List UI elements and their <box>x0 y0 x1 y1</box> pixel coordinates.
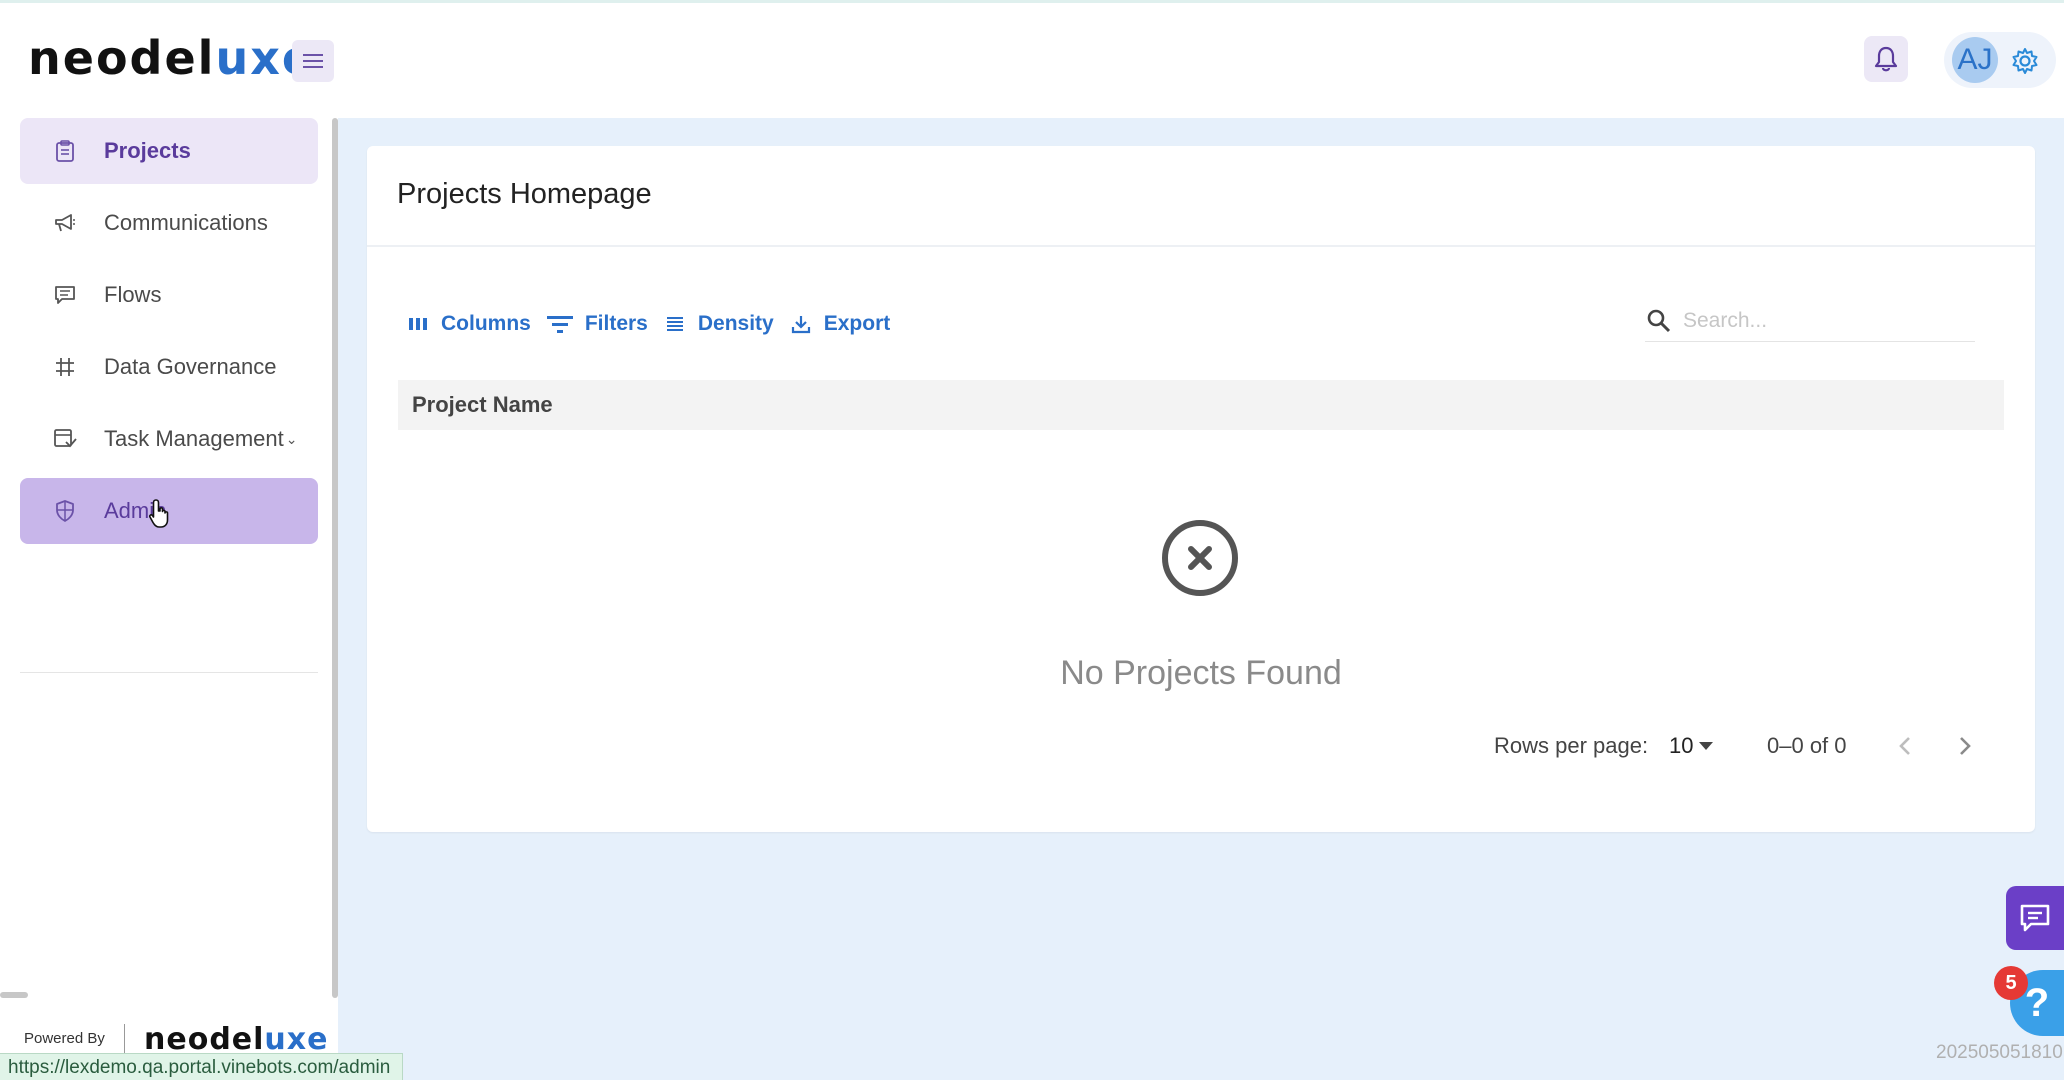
sidebar-item-label: Flows <box>104 282 162 307</box>
sidebar-item-data-governance[interactable]: Data Governance <box>20 334 318 400</box>
sidebar-item-label: Communications <box>104 210 268 235</box>
filters-button[interactable]: Filters <box>545 311 648 337</box>
horizontal-scrollbar[interactable] <box>0 992 28 998</box>
column-header-project-name[interactable]: Project Name <box>398 380 2004 430</box>
rows-per-page-label: Rows per page: <box>1494 733 1649 758</box>
search-box <box>1645 300 1975 342</box>
sidebar-item-task-management[interactable]: Task Management ⌄ <box>20 406 318 472</box>
chevron-down-icon: ⌄ <box>285 430 298 447</box>
empty-state-message: No Projects Found <box>1060 654 1342 692</box>
sidebar-item-admin[interactable]: Admin <box>20 478 318 544</box>
density-button[interactable]: Density <box>662 311 774 337</box>
status-bar-url: https://lexdemo.qa.portal.vinebots.com/a… <box>0 1053 404 1080</box>
top-accent-line <box>0 0 2064 3</box>
pagination-range: 0–0 of 0 <box>1767 733 1847 758</box>
grid-icon <box>50 352 80 382</box>
download-icon <box>788 311 814 337</box>
notifications-button[interactable] <box>1864 36 1908 82</box>
chevron-right-icon <box>1960 737 1971 755</box>
sidebar-divider <box>20 672 318 673</box>
page-title: Projects Homepage <box>397 178 652 210</box>
chevron-left-icon <box>1899 737 1910 755</box>
footer-divider <box>124 1024 125 1056</box>
rows-per-page-select[interactable]: 10 <box>1669 728 1714 764</box>
sidebar-item-projects[interactable]: Projects <box>20 118 318 184</box>
sidebar-item-label: Data Governance <box>104 354 277 379</box>
no-results-icon <box>1162 520 1238 596</box>
settings-button[interactable] <box>2008 44 2042 78</box>
export-button[interactable]: Export <box>788 311 890 337</box>
filter-icon <box>545 311 575 337</box>
dropdown-arrow-icon <box>1699 742 1714 750</box>
cursor-hand-icon <box>148 499 169 528</box>
sidebar-item-label: Task Management <box>104 426 284 451</box>
notification-count-badge: 5 <box>1994 966 2028 1000</box>
card-divider <box>367 245 2035 247</box>
sidebar: Projects Communications Flows Data Gover… <box>0 108 338 998</box>
powered-by-label: Powered By <box>24 1030 105 1047</box>
projects-card: Projects Homepage Columns Filters Densit… <box>367 146 2035 832</box>
megaphone-icon <box>50 208 80 238</box>
avatar[interactable]: AJ <box>1952 37 1998 83</box>
sidebar-item-flows[interactable]: Flows <box>20 262 318 328</box>
hamburger-icon <box>303 54 323 68</box>
next-page-button[interactable] <box>1949 730 1981 762</box>
shield-icon <box>50 496 80 526</box>
grid-toolbar: Columns Filters Density Export <box>405 306 904 342</box>
question-icon: ? <box>2024 980 2050 1025</box>
density-icon <box>662 311 688 337</box>
search-input[interactable] <box>1683 308 1963 333</box>
previous-page-button[interactable] <box>1889 730 1921 762</box>
search-icon <box>1645 307 1673 335</box>
task-icon <box>50 424 80 454</box>
chat-button[interactable] <box>2006 886 2064 950</box>
clipboard-icon <box>50 136 80 166</box>
menu-toggle-button[interactable] <box>292 40 334 82</box>
message-icon <box>50 280 80 310</box>
sidebar-item-communications[interactable]: Communications <box>20 190 318 256</box>
chat-icon <box>2020 904 2050 932</box>
brand-logo[interactable]: neodeluxeTM <box>28 30 332 100</box>
bell-icon <box>1874 46 1898 72</box>
sidebar-item-label: Projects <box>104 138 191 163</box>
gear-icon <box>2012 48 2038 74</box>
columns-button[interactable]: Columns <box>405 311 531 337</box>
columns-icon <box>405 311 431 337</box>
build-id: 202505051810 <box>1936 1042 2063 1063</box>
